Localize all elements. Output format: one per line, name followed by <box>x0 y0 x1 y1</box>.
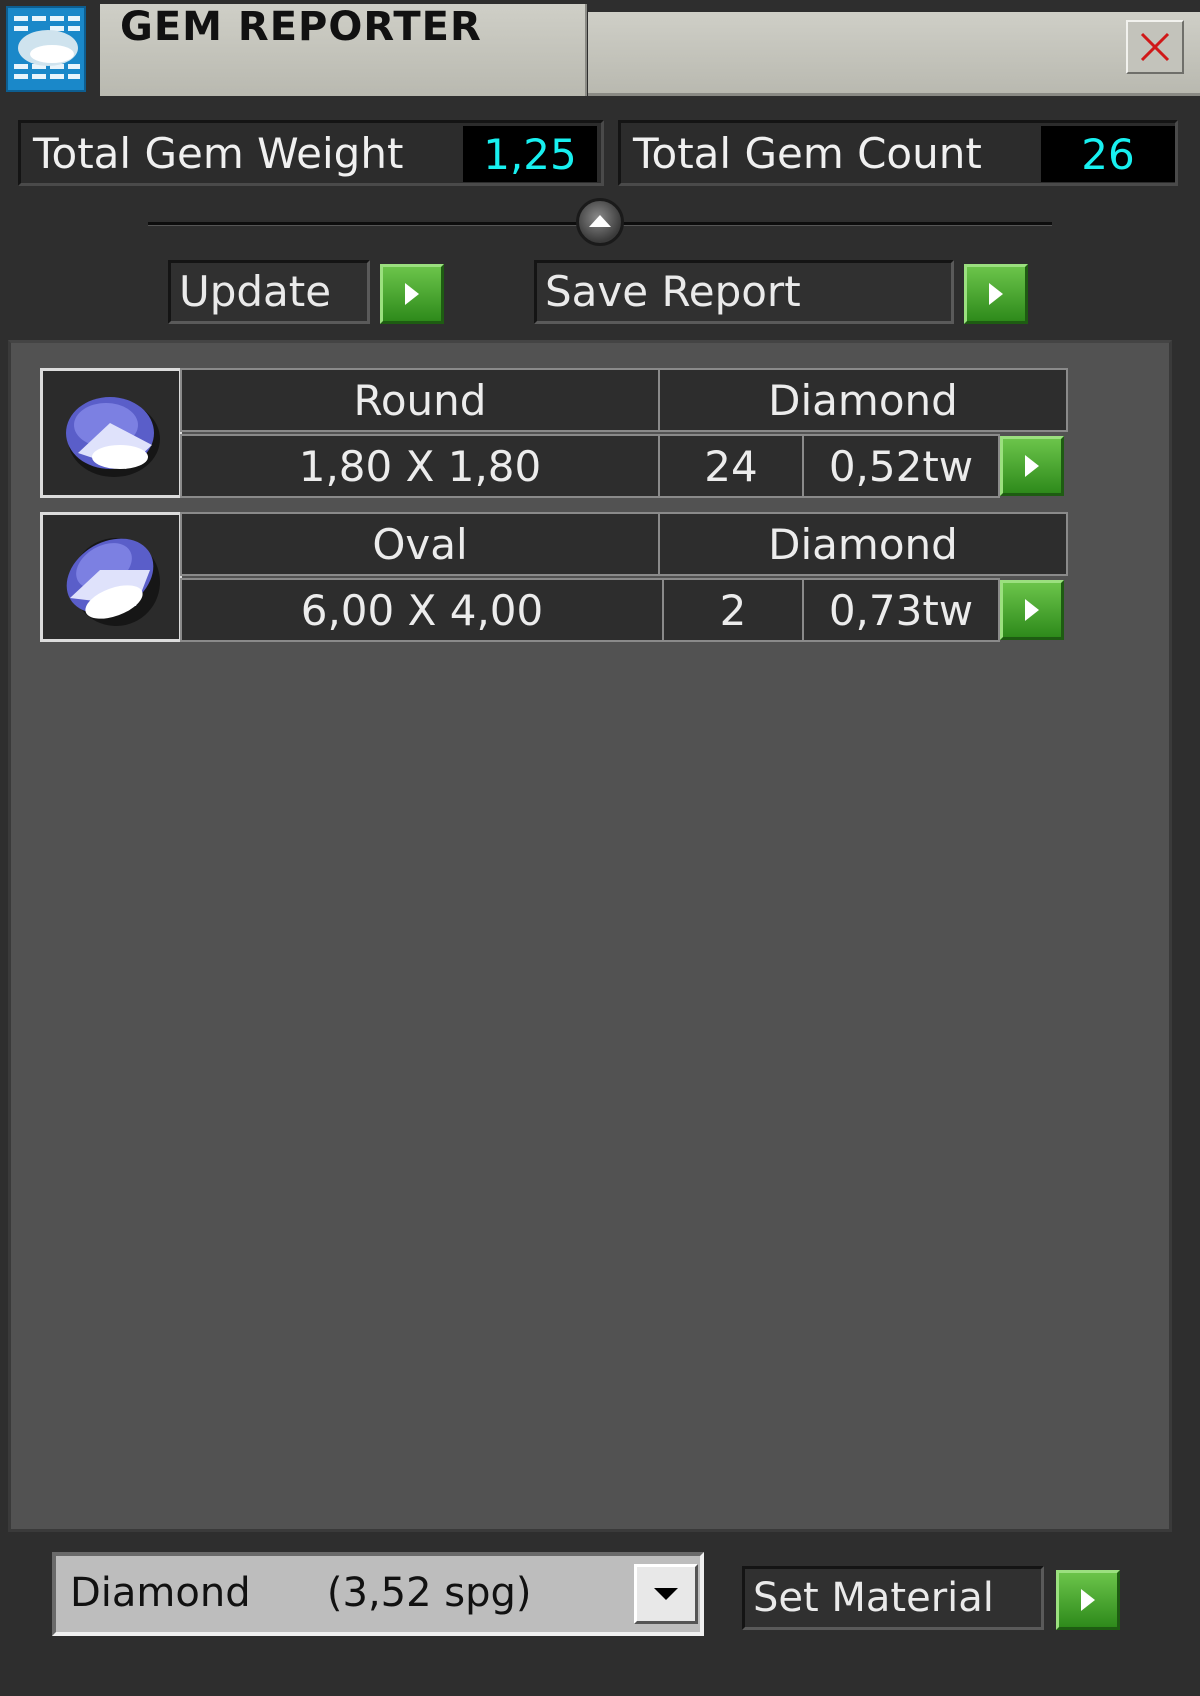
gem-size: 6,00 X 4,00 <box>180 578 664 642</box>
gem-count: 24 <box>658 434 804 498</box>
material-dropdown[interactable]: Diamond (3,52 spg) <box>52 1552 704 1636</box>
app-icon <box>6 6 86 92</box>
play-arrow-icon <box>1025 455 1039 477</box>
dropdown-arrow-button[interactable] <box>634 1564 698 1624</box>
gem-thumbnail[interactable] <box>40 368 182 498</box>
gem-select-button[interactable] <box>1000 436 1064 496</box>
gem-icon <box>66 538 160 626</box>
collapse-up-icon <box>589 215 611 227</box>
gem-material: Diamond <box>658 512 1068 576</box>
gem-count: 2 <box>662 578 804 642</box>
total-weight-value: 1,25 <box>463 126 597 182</box>
save-report-button[interactable] <box>964 264 1028 324</box>
gem-thumbnail[interactable] <box>40 512 182 642</box>
total-weight-label: Total Gem Weight <box>33 129 404 178</box>
gem-icon <box>66 397 160 477</box>
set-material-button[interactable] <box>1056 1570 1120 1630</box>
total-count-label: Total Gem Count <box>633 129 982 178</box>
update-label: Update <box>168 260 370 324</box>
title-bar-fill <box>588 12 1200 96</box>
gem-shape: Round <box>180 368 660 432</box>
dropdown-arrow-icon <box>654 1588 678 1600</box>
close-icon <box>1140 32 1170 62</box>
total-count-value: 26 <box>1041 126 1175 182</box>
window-title: GEM REPORTER <box>120 4 482 50</box>
gem-material: Diamond <box>658 368 1068 432</box>
update-button[interactable] <box>380 264 444 324</box>
gem-weight: 0,73tw <box>802 578 1000 642</box>
gem-size: 1,80 X 1,80 <box>180 434 660 498</box>
play-arrow-icon <box>405 283 419 305</box>
gem-weight: 0,52tw <box>802 434 1000 498</box>
set-material-label: Set Material <box>742 1566 1044 1630</box>
material-dropdown-value: Diamond (3,52 spg) <box>70 1570 532 1616</box>
gem-shape: Oval <box>180 512 660 576</box>
total-count-box: Total Gem Count 26 <box>618 120 1178 186</box>
play-arrow-icon <box>1081 1589 1095 1611</box>
collapse-toggle[interactable] <box>576 198 624 246</box>
close-button[interactable] <box>1126 20 1184 74</box>
play-arrow-icon <box>989 283 1003 305</box>
gem-select-button[interactable] <box>1000 580 1064 640</box>
save-report-label: Save Report <box>534 260 954 324</box>
total-weight-box: Total Gem Weight 1,25 <box>18 120 604 186</box>
play-arrow-icon <box>1025 599 1039 621</box>
